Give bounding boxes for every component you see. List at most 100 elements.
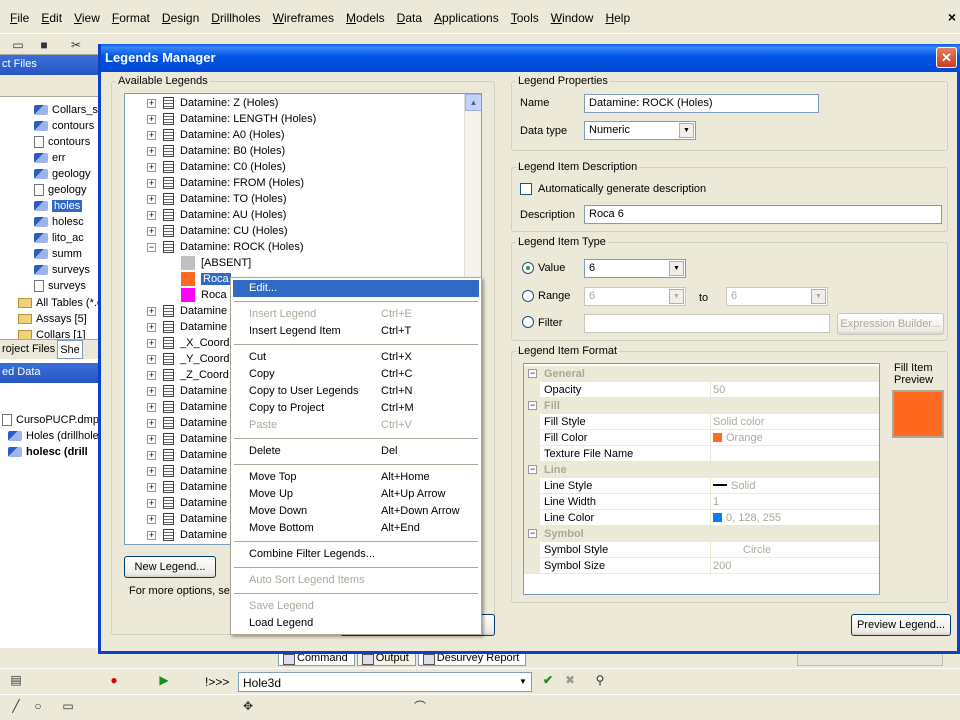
line-width-value[interactable]: 1 <box>710 494 879 510</box>
expand-icon[interactable]: + <box>147 130 156 140</box>
loaded-data-item[interactable]: Holes (drillhole <box>8 428 99 444</box>
menu-item-insert-legend[interactable]: Insert Legend Ctrl+E <box>233 306 479 323</box>
menu-drillholes[interactable]: Drillholes <box>211 11 270 25</box>
property-symbol-style[interactable]: Symbol Style Circle <box>524 542 879 558</box>
new-legend-button[interactable]: New Legend... <box>124 556 216 578</box>
legend-tree-item[interactable]: − Datamine: ROCK (Holes) <box>147 239 303 255</box>
menu-item-copy-to-user-legends[interactable]: Copy to User Legends Ctrl+N <box>233 383 479 400</box>
range-to-select[interactable]: 6 ▼ <box>726 287 828 306</box>
value-radio[interactable] <box>522 262 534 274</box>
run-icon[interactable]: ▤ <box>8 672 24 688</box>
property-opacity[interactable]: Opacity 50 <box>524 382 879 398</box>
legend-tree-item[interactable]: + Datamine: B0 (Holes) <box>147 143 285 159</box>
cut-icon[interactable]: ✂ <box>68 37 84 53</box>
property-line-color[interactable]: Line Color 0, 128, 255 <box>524 510 879 526</box>
project-file-item[interactable]: Assays [5] <box>18 311 87 327</box>
expand-icon[interactable]: + <box>147 210 156 220</box>
project-file-item[interactable]: geology <box>34 182 87 198</box>
expand-icon[interactable]: + <box>147 354 156 364</box>
property-line-width[interactable]: Line Width 1 <box>524 494 879 510</box>
property-symbol-size[interactable]: Symbol Size 200 <box>524 558 879 574</box>
project-file-item[interactable]: err <box>34 150 65 166</box>
property-texture-file[interactable]: Texture File Name <box>524 446 879 462</box>
description-field[interactable]: Roca 6 <box>584 205 942 224</box>
legend-tree-item[interactable]: + Datamine <box>147 527 227 543</box>
menu-wireframes[interactable]: Wireframes <box>273 11 344 25</box>
expand-icon[interactable]: + <box>147 338 156 348</box>
category-fill[interactable]: − Fill <box>524 398 879 414</box>
legend-item-row[interactable]: Roca <box>181 287 227 303</box>
expand-icon[interactable]: + <box>147 178 156 188</box>
expand-icon[interactable]: + <box>147 434 156 444</box>
command-input[interactable]: Hole3d ▼ <box>238 672 532 692</box>
legend-name-field[interactable]: Datamine: ROCK (Holes) <box>584 94 819 113</box>
window-close-icon[interactable]: × <box>948 9 956 25</box>
menu-format[interactable]: Format <box>112 11 160 25</box>
loaded-data-item[interactable]: CursoPUCP.dmpro <box>2 412 109 428</box>
legend-tree-item[interactable]: + Datamine <box>147 319 227 335</box>
menu-item-edit[interactable]: Edit... <box>233 280 479 297</box>
legend-tree-item[interactable]: + Datamine <box>147 399 227 415</box>
value-select[interactable]: 6 ▼ <box>584 259 686 278</box>
expand-icon[interactable]: + <box>147 194 156 204</box>
save-icon[interactable]: ■ <box>36 37 52 53</box>
scroll-up-icon[interactable]: ▲ <box>465 94 481 111</box>
expand-icon[interactable]: + <box>147 514 156 524</box>
legend-tree-item[interactable]: + Datamine: C0 (Holes) <box>147 159 286 175</box>
menu-item-delete[interactable]: Delete Del <box>233 443 479 460</box>
project-file-item[interactable]: geology <box>34 166 91 182</box>
menu-item-save-legend[interactable]: Save Legend <box>233 598 479 615</box>
dialog-close-button[interactable]: ✕ <box>936 47 957 68</box>
collapse-icon[interactable]: − <box>147 242 156 252</box>
menu-item-copy-to-project[interactable]: Copy to Project Ctrl+M <box>233 400 479 417</box>
line-tool-icon[interactable]: ╱ <box>8 698 24 714</box>
expand-icon[interactable]: + <box>147 386 156 396</box>
expand-icon[interactable]: + <box>147 306 156 316</box>
expand-icon[interactable]: + <box>147 370 156 380</box>
filter-field[interactable] <box>584 314 830 333</box>
legend-tree-item[interactable]: + Datamine: CU (Holes) <box>147 223 288 239</box>
legend-tree-item[interactable]: + Datamine <box>147 479 227 495</box>
legend-tree-item[interactable]: + Datamine <box>147 303 227 319</box>
preview-legend-button[interactable]: Preview Legend... <box>851 614 951 636</box>
category-general[interactable]: − General <box>524 366 879 382</box>
line-style-value[interactable]: Solid <box>710 478 879 494</box>
legend-tree-item[interactable]: + Datamine: AU (Holes) <box>147 207 286 223</box>
project-file-item[interactable]: contours <box>34 118 94 134</box>
data-type-select[interactable]: Numeric ▼ <box>584 121 696 140</box>
legend-tree-item[interactable]: + Datamine: TO (Holes) <box>147 191 287 207</box>
range-from-select[interactable]: 6 ▼ <box>584 287 686 306</box>
fill-color-value[interactable]: Orange <box>710 430 879 446</box>
legend-tree-item[interactable]: + _Y_Coord <box>147 351 230 367</box>
tab-project-files[interactable]: roject Files <box>0 340 57 359</box>
collapse-icon[interactable]: − <box>528 401 537 410</box>
menu-item-auto-sort-legend-items[interactable]: Auto Sort Legend Items <box>233 572 479 589</box>
legend-tree-item[interactable]: + Datamine <box>147 495 227 511</box>
auto-description-checkbox[interactable] <box>520 183 532 195</box>
collapse-icon[interactable]: − <box>528 529 537 538</box>
menu-file[interactable]: File <box>10 11 39 25</box>
menu-help[interactable]: Help <box>605 11 640 25</box>
menu-item-load-legend[interactable]: Load Legend <box>233 615 479 632</box>
project-file-item[interactable]: surveys <box>34 262 90 278</box>
legend-tree-item[interactable]: + Datamine: A0 (Holes) <box>147 127 285 143</box>
record-icon[interactable]: ● <box>106 672 122 688</box>
chevron-down-icon[interactable]: ▼ <box>669 289 684 304</box>
menu-item-combine-filter-legends[interactable]: Combine Filter Legends... <box>233 546 479 563</box>
opacity-value[interactable]: 50 <box>710 382 879 398</box>
legend-tree-item[interactable]: + Datamine <box>147 511 227 527</box>
menu-applications[interactable]: Applications <box>434 11 509 25</box>
project-file-item[interactable]: lito_ac <box>34 230 84 246</box>
expand-icon[interactable]: + <box>147 146 156 156</box>
expand-icon[interactable]: + <box>147 162 156 172</box>
menu-item-move-up[interactable]: Move Up Alt+Up Arrow <box>233 486 479 503</box>
symbol-style-value[interactable]: Circle <box>710 542 879 558</box>
format-property-grid[interactable]: − General Opacity 50 − Fill Fill Style Solid… <box>523 363 880 595</box>
project-file-item[interactable]: holesc <box>34 214 84 230</box>
project-file-item[interactable]: contours <box>34 134 90 150</box>
legend-tree-item[interactable]: + Datamine <box>147 463 227 479</box>
legend-tree-item[interactable]: + Datamine: Z (Holes) <box>147 95 278 111</box>
texture-value[interactable] <box>710 446 879 462</box>
collapse-icon[interactable]: − <box>528 369 537 378</box>
expand-icon[interactable]: + <box>147 226 156 236</box>
